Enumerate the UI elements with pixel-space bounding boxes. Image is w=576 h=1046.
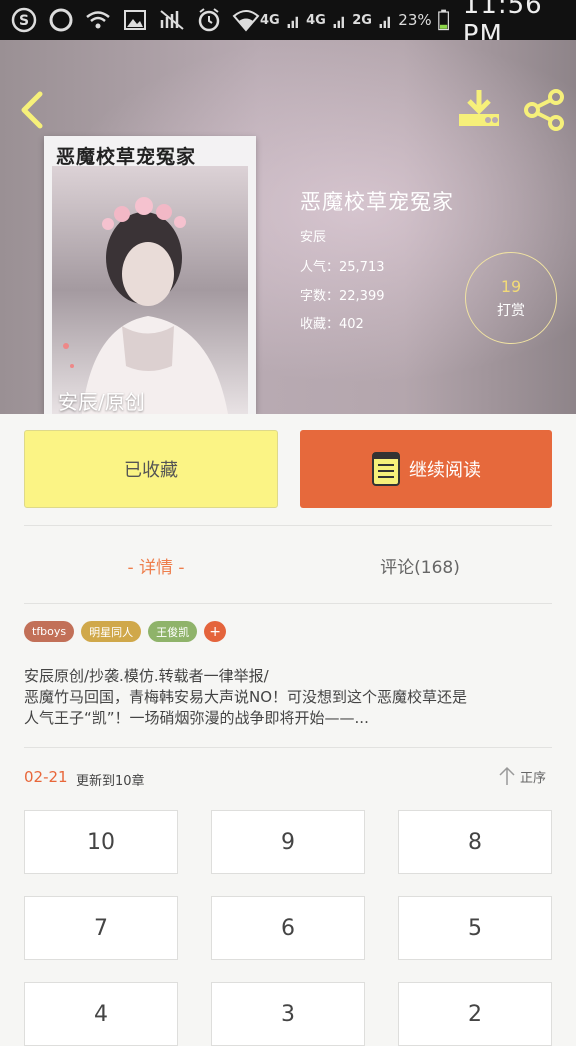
collected-label: 已收藏 — [124, 460, 178, 481]
tab-comments[interactable]: 评论(168) — [288, 540, 552, 590]
collected-button[interactable]: 已收藏 — [24, 430, 278, 508]
book-cover[interactable]: 恶魔校草宠冤家 安辰/原创 — [44, 136, 256, 414]
chevron-left-icon — [21, 91, 43, 129]
tip-count: 19 — [500, 276, 522, 296]
divider — [24, 525, 552, 526]
update-status: 更新到10章 — [76, 774, 145, 789]
alarm-icon — [195, 6, 223, 34]
book-icon — [372, 452, 400, 486]
image-icon — [121, 6, 149, 34]
popularity-stat: 人气：25,713 — [300, 260, 385, 275]
tag-list: tfboys 明星同人 王俊凯 + — [24, 621, 227, 642]
network-label-1: 4G — [260, 12, 280, 28]
favorites-stat: 收藏：402 — [300, 317, 364, 332]
signal-icon — [287, 16, 298, 28]
continue-reading-button[interactable]: 继续阅读 — [300, 430, 552, 508]
tab-comments-label: 评论(168) — [380, 557, 460, 578]
continue-reading-label: 继续阅读 — [409, 460, 481, 481]
arrow-up-icon — [499, 766, 515, 785]
battery-icon — [437, 9, 449, 31]
tag-star-fanfic[interactable]: 明星同人 — [81, 621, 142, 642]
chapter-button[interactable]: 7 — [24, 896, 178, 960]
chapter-button[interactable]: 6 — [211, 896, 365, 960]
download-icon — [459, 90, 499, 126]
update-date: 02-21 — [24, 768, 68, 786]
divider — [24, 603, 552, 604]
description-line: 安辰原创/抄袭.模仿.转载者一律举报/ — [24, 667, 269, 685]
battery-percent: 23% — [398, 11, 432, 29]
circle-icon — [47, 6, 75, 34]
chapter-button[interactable]: 9 — [211, 810, 365, 874]
download-button[interactable] — [456, 88, 502, 130]
chapter-button[interactable]: 8 — [398, 810, 552, 874]
sort-button[interactable]: 正序 — [498, 766, 546, 786]
sort-label: 正序 — [520, 770, 547, 786]
cover-image — [52, 166, 248, 414]
tag-wang-junkai[interactable]: 王俊凯 — [148, 621, 198, 642]
book-author[interactable]: 安辰 — [300, 226, 326, 245]
divider — [24, 747, 552, 748]
chapter-button[interactable]: 4 — [24, 982, 178, 1046]
word-count-stat: 字数：22,399 — [300, 289, 385, 304]
tip-label: 打赏 — [497, 302, 525, 319]
mute-icon — [158, 6, 186, 34]
share-icon — [524, 89, 564, 131]
network-label-3: 2G — [352, 12, 372, 28]
signal-icon — [333, 16, 344, 28]
wifi-calling-icon — [84, 6, 112, 34]
signal-icon — [379, 16, 390, 28]
share-button[interactable] — [522, 88, 566, 132]
chapter-button[interactable]: 3 — [211, 982, 365, 1046]
description-line: 恶魔竹马回国，青梅韩安易大声说NO！可没想到这个恶魔校草还是 — [24, 688, 468, 706]
wifi-icon — [232, 6, 260, 34]
tip-button[interactable]: 19 打赏 — [465, 252, 557, 344]
s-icon: S — [10, 6, 38, 34]
tab-details-label: - 详情 - — [127, 557, 185, 578]
network-label-2: 4G — [306, 12, 326, 28]
chapter-button[interactable]: 10 — [24, 810, 178, 874]
add-tag-button[interactable]: + — [204, 621, 227, 642]
cover-title: 恶魔校草宠冤家 — [56, 146, 197, 168]
tab-details[interactable]: - 详情 - — [24, 540, 288, 590]
tag-tfboys[interactable]: tfboys — [24, 621, 75, 642]
description-line: 人气王子“凯”！一场硝烟弥漫的战争即将开始——... — [24, 709, 369, 727]
book-header: 恶魔校草宠冤家 安辰/原创 恶魔校草宠冤家 安辰 人气：25,713 字数：22… — [0, 40, 576, 414]
chapter-button[interactable]: 5 — [398, 896, 552, 960]
chapter-button[interactable]: 2 — [398, 982, 552, 1046]
status-bar: S 4G 4G 2G 23% 11:56 PM — [0, 0, 576, 50]
book-title: 恶魔校草宠冤家 — [300, 190, 454, 214]
back-button[interactable] — [14, 90, 50, 130]
svg-text:S: S — [19, 13, 29, 29]
book-description[interactable]: 安辰原创/抄袭.模仿.转载者一律举报/ 恶魔竹马回国，青梅韩安易大声说NO！可没… — [24, 666, 554, 729]
cover-caption: 安辰/原创 — [58, 390, 145, 414]
